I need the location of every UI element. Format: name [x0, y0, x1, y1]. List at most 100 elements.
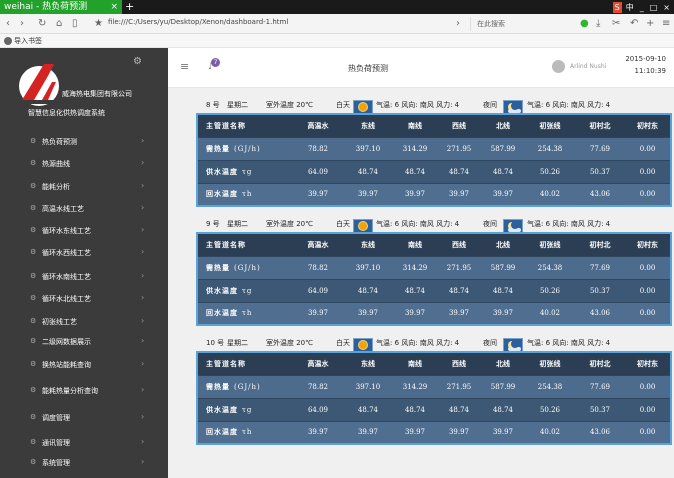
sogou-logo-icon[interactable]: S [612, 1, 622, 13]
row-unit: τg [242, 405, 253, 414]
table-cell: 39.97 [343, 302, 393, 326]
menu-icon: ⚙ [30, 458, 37, 466]
table-cell: 50.37 [575, 398, 625, 422]
table-cell: 48.74 [481, 398, 525, 422]
avatar[interactable] [552, 60, 565, 73]
minimize-icon[interactable]: _ [638, 2, 646, 13]
column-header: 东线 [343, 114, 393, 138]
table-cell: 64.09 [293, 279, 343, 303]
user-name[interactable]: Arlind Nushi [570, 63, 606, 70]
night-weather-detail: 气温: 6 风向: 南风 风力: 4 [527, 220, 611, 228]
bookmark-star-icon[interactable]: ★ [94, 18, 103, 30]
daytime-label: 白天 [336, 220, 350, 228]
column-header: 初张线 [525, 233, 575, 257]
new-tab-button[interactable]: + [125, 0, 134, 14]
scissors-icon[interactable]: ✂ [612, 18, 620, 30]
sidebar-item-chuzhang-line[interactable]: ⚙ 初张线工艺 › [0, 312, 168, 332]
current-time: 11:10:39 [634, 67, 666, 75]
sidebar-item-heat-source-curve[interactable]: ⚙ 热源曲线 › [0, 154, 168, 174]
back-icon[interactable]: ‹ [6, 18, 10, 30]
column-header: 主管道名称 [197, 233, 293, 257]
sidebar-item-communication[interactable]: ⚙ 通讯管理 › [0, 433, 168, 453]
day-number: 10 号 [206, 339, 225, 347]
row-label: 回水温度 τh [197, 421, 293, 445]
sidebar-item-high-temp-line[interactable]: ⚙ 高温水线工艺 › [0, 199, 168, 219]
company-logo-icon [19, 64, 59, 106]
sidebar-item-heat-analysis-query[interactable]: ⚙ 能耗热量分析查询 › [0, 381, 168, 401]
gear-icon[interactable]: ⚙ [133, 56, 142, 67]
sidebar-item-south-line[interactable]: ⚙ 循环水南线工艺 › [0, 267, 168, 287]
row-unit: τh [242, 428, 253, 437]
table-cell: 48.74 [343, 160, 393, 184]
column-header: 高温水 [293, 114, 343, 138]
sidebar: 威海热电集团有限公司 智慧信息化供热调度系统 ⚙ ⚙ 热负荷预测 › ⚙ 热源曲线 › … [0, 48, 168, 478]
day-number: 9 号 [206, 220, 220, 228]
reload-icon[interactable]: ↻ [38, 18, 46, 30]
row-name: 回水温度 [206, 308, 238, 318]
table-cell: 39.97 [437, 421, 481, 445]
browser-tab-active[interactable]: weihai - 热负荷预测 × [0, 0, 122, 14]
outdoor-temperature: 室外温度 20℃ [266, 339, 313, 347]
table-cell: 48.74 [481, 279, 525, 303]
ime-indicator[interactable]: 中 [624, 2, 636, 13]
import-bookmarks-link[interactable]: 导入书签 [14, 37, 42, 45]
menu-icon: ⚙ [30, 360, 37, 368]
menu-icon: ⚙ [30, 413, 37, 421]
download-icon[interactable]: ⤓ [596, 18, 600, 30]
table-cell: 587.99 [481, 137, 525, 161]
table-row: 供水温度 τg 64.09 48.74 48.74 48.74 48.74 50.26 50.3… [197, 279, 671, 303]
table-cell: 254.38 [525, 137, 575, 161]
main-content: ≡ ♪ 7 热负荷预测 Arlind Nushi 2015-09-10 11:1… [168, 48, 674, 478]
chevron-right-icon: › [141, 359, 145, 368]
chevron-right-icon: › [141, 271, 145, 280]
forward-icon[interactable]: › [20, 18, 24, 30]
address-bar[interactable]: file:///C:/Users/yu/Desktop/Xenon/dashbo… [108, 18, 288, 26]
menu-icon: ⚙ [30, 294, 37, 302]
hamburger-menu-icon[interactable]: ≡ [180, 60, 189, 73]
heat-load-table: 主管道名称 高温水 东线 南线 西线 北线 初张线 初村北 初村东 需热量 (GJ/h) 78.82 3… [196, 113, 672, 207]
restore-icon[interactable]: □ [648, 2, 660, 13]
close-window-icon[interactable]: × [661, 2, 672, 13]
table-cell: 40.02 [525, 183, 575, 207]
sidebar-item-dispatch-management[interactable]: ⚙ 调度管理 › [0, 408, 168, 428]
row-unit: τh [242, 190, 253, 199]
table-cell: 48.74 [437, 279, 481, 303]
row-name: 供水温度 [206, 285, 238, 295]
sidebar-item-energy-analysis[interactable]: ⚙ 能耗分析 › [0, 177, 168, 197]
chevron-right-icon: › [141, 457, 145, 466]
reader-icon[interactable]: ▯ [72, 18, 78, 30]
sidebar-item-secondary-network[interactable]: ⚙ 二级网数据展示 › [0, 332, 168, 352]
sidebar-item-west-line[interactable]: ⚙ 循环水西线工艺 › [0, 243, 168, 263]
close-tab-icon[interactable]: × [110, 0, 118, 14]
table-cell: 39.97 [393, 302, 437, 326]
column-header: 西线 [437, 233, 481, 257]
table-cell: 50.37 [575, 160, 625, 184]
table-cell: 77.69 [575, 137, 625, 161]
sidebar-item-station-energy-query[interactable]: ⚙ 换热站能耗查询 › [0, 355, 168, 375]
menu-icon[interactable]: ≡ [662, 18, 670, 30]
go-icon[interactable]: › [456, 18, 460, 30]
wechat-icon[interactable]: ● [580, 18, 589, 30]
add-icon[interactable]: + [646, 18, 654, 30]
sidebar-item-north-line[interactable]: ⚙ 循环水北线工艺 › [0, 289, 168, 309]
sidebar-item-system-management[interactable]: ⚙ 系统管理 › [0, 453, 168, 473]
table-cell: 78.82 [293, 375, 343, 399]
day-weather-info: 10 号星期二 室外温度 20℃ 白天 气温: 6 风向: 南风 风力: 4 夜间 气温:… [196, 334, 670, 352]
table-header-row: 主管道名称 高温水 东线 南线 西线 北线 初张线 初村北 初村东 [197, 114, 671, 138]
home-icon[interactable]: ⌂ [56, 18, 62, 30]
column-header: 北线 [481, 352, 525, 376]
row-name: 供水温度 [206, 404, 238, 414]
chevron-right-icon: › [141, 225, 145, 234]
menu-icon: ⚙ [30, 248, 37, 256]
sidebar-item-heat-load-forecast[interactable]: ⚙ 热负荷预测 › [0, 132, 168, 152]
column-header: 初村东 [625, 352, 671, 376]
menu-icon: ⚙ [30, 182, 37, 190]
search-input[interactable]: 在此搜索 [470, 17, 574, 31]
table-cell: 50.26 [525, 160, 575, 184]
undo-icon[interactable]: ↶ [630, 18, 638, 30]
column-header: 高温水 [293, 352, 343, 376]
row-label: 回水温度 τh [197, 302, 293, 326]
chevron-right-icon: › [141, 316, 145, 325]
sidebar-item-east-line[interactable]: ⚙ 循环水东线工艺 › [0, 221, 168, 241]
column-header: 初张线 [525, 114, 575, 138]
